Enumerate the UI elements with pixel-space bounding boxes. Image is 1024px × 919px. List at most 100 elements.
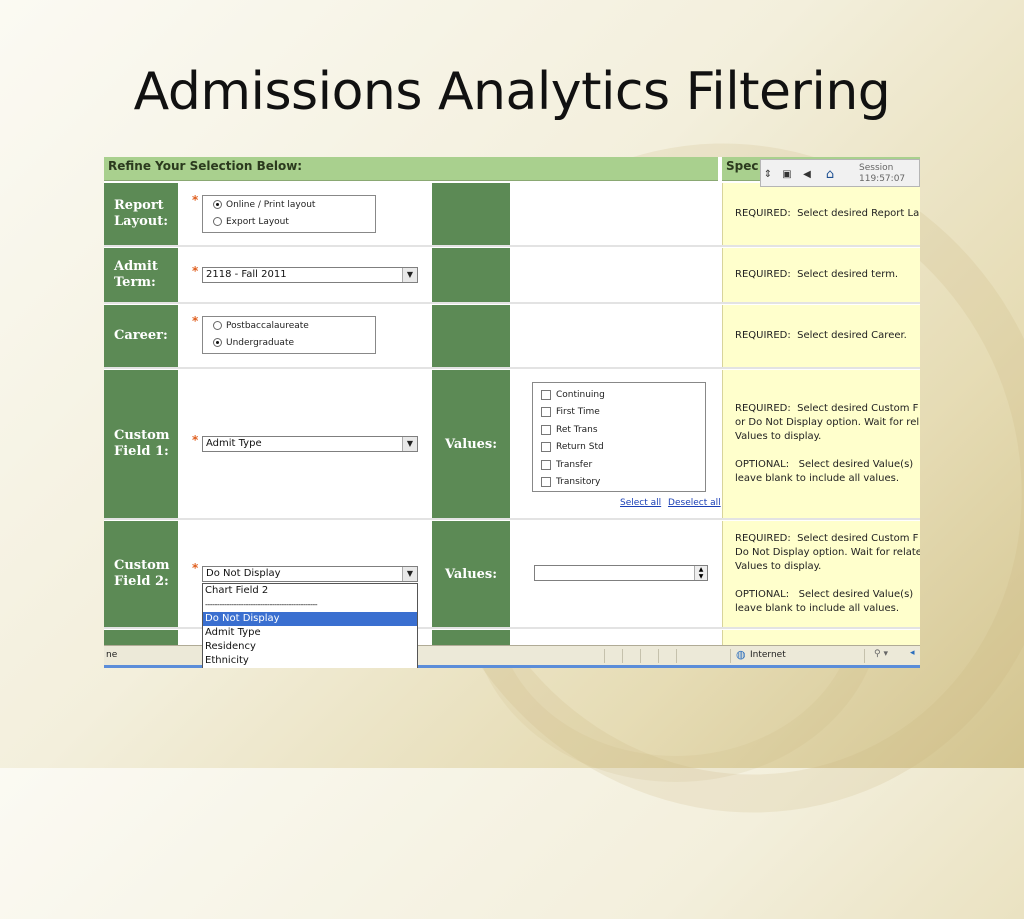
checkbox-icon xyxy=(541,442,551,453)
checkbox-return-std[interactable]: Return Std xyxy=(533,439,705,457)
next-row-label xyxy=(104,630,178,646)
custom-field-2-values-label: Values: xyxy=(432,521,510,627)
checkbox-transfer[interactable]: Transfer xyxy=(533,456,705,474)
status-divider xyxy=(658,649,659,663)
row-career: Career: * Postbaccalaureate Undergraduat… xyxy=(104,305,920,367)
status-divider xyxy=(622,649,623,663)
radio-export[interactable]: Export Layout xyxy=(203,213,375,230)
refine-header: Refine Your Selection Below: xyxy=(104,157,718,181)
dropdown-option[interactable]: Chart Field 2 xyxy=(203,584,417,598)
report-layout-values-cell xyxy=(432,183,510,245)
report-layout-help: REQUIRED: Select desired Report La xyxy=(722,183,920,245)
admit-term-control: * 2118 - Fall 2011 ▼ xyxy=(180,248,430,302)
radio-unselected-icon xyxy=(213,217,222,226)
career-help: REQUIRED: Select desired Career. xyxy=(722,305,920,367)
frame-icon[interactable]: ▣ xyxy=(777,164,797,184)
admit-term-select[interactable]: 2118 - Fall 2011 ▼ xyxy=(202,267,418,283)
row-divider xyxy=(104,518,920,520)
row-custom-field-1: Custom Field 1: * Admit Type ▼ Values: C… xyxy=(104,370,920,518)
radio-unselected-icon xyxy=(213,321,222,330)
report-layout-control: * Online / Print layout Export Layout xyxy=(180,183,430,245)
dropdown-option-selected[interactable]: Do Not Display xyxy=(203,612,417,626)
custom-field-2-select[interactable]: Do Not Display ▼ xyxy=(202,566,418,582)
deselect-all-link[interactable]: Deselect all xyxy=(668,498,721,508)
session-timer: Session 119:57:07 xyxy=(859,163,905,185)
custom-field-2-values-area: ▲ ▼ xyxy=(512,521,718,627)
dropdown-arrow-icon: ▼ xyxy=(402,268,417,282)
radio-selected-icon xyxy=(213,200,222,209)
custom-field-1-control: * Admit Type ▼ xyxy=(180,370,430,518)
radio-selected-icon xyxy=(213,338,222,347)
row-admit-term: Admit Term: * 2118 - Fall 2011 ▼ REQUIRE… xyxy=(104,248,920,302)
row-divider xyxy=(104,302,920,304)
app-screenshot: Refine Your Selection Below: Spec ⇕ ▣ ◀ … xyxy=(104,157,920,668)
admit-term-values-area xyxy=(512,248,718,302)
status-divider xyxy=(640,649,641,663)
next-row-help xyxy=(722,630,920,646)
home-icon[interactable]: ⌂ xyxy=(819,164,841,184)
checkbox-transitory[interactable]: Transitory xyxy=(533,474,705,492)
dropdown-arrow-icon: ▼ xyxy=(402,437,417,451)
checkbox-ret-trans[interactable]: Ret Trans xyxy=(533,421,705,439)
dropdown-option[interactable]: Residency xyxy=(203,640,417,654)
required-star: * xyxy=(192,193,199,207)
status-divider xyxy=(864,649,865,663)
status-divider xyxy=(730,649,731,663)
checkbox-icon xyxy=(541,389,551,400)
career-values-area xyxy=(512,305,718,367)
report-layout-values-area xyxy=(512,183,718,245)
admit-term-help: REQUIRED: Select desired term. xyxy=(722,248,920,302)
spin-arrows-icon[interactable]: ▲ ▼ xyxy=(694,566,707,580)
dropdown-arrow-icon: ▼ xyxy=(402,567,417,581)
admit-term-label: Admit Term: xyxy=(104,248,178,302)
career-label: Career: xyxy=(104,305,178,367)
dropdown-option[interactable]: Admit Type xyxy=(203,626,417,640)
admit-term-values-cell xyxy=(432,248,510,302)
custom-field-1-help: REQUIRED: Select desired Custom F or Do … xyxy=(722,370,920,518)
custom-field-1-label: Custom Field 1: xyxy=(104,370,178,518)
status-text: ne xyxy=(106,650,118,660)
values-checkbox-list: Continuing First Time Ret Trans Return S… xyxy=(532,382,706,492)
globe-icon: ◍ xyxy=(736,648,746,661)
custom-field-2-values-list[interactable]: ▲ ▼ xyxy=(534,565,708,581)
dropdown-separator: ----------------------------------------… xyxy=(205,600,318,609)
back-arrow-icon[interactable]: ◀ xyxy=(801,164,813,184)
session-time: 119:57:07 xyxy=(859,174,906,184)
custom-field-1-values-area: Continuing First Time Ret Trans Return S… xyxy=(512,370,721,518)
zoom-icon[interactable]: ◂ xyxy=(910,648,915,658)
status-divider xyxy=(676,649,677,663)
radio-undergraduate[interactable]: Undergraduate xyxy=(203,334,375,351)
custom-field-2-dropdown-list: Chart Field 2 --------------------------… xyxy=(202,583,418,668)
next-row-values-cell xyxy=(432,630,510,646)
dropdown-option[interactable]: Ethnicity xyxy=(203,654,417,668)
required-star: * xyxy=(192,561,199,575)
session-label: Session xyxy=(859,163,894,173)
checkbox-icon xyxy=(541,407,551,418)
select-all-link[interactable]: Select all xyxy=(620,498,661,508)
radio-online-print[interactable]: Online / Print layout xyxy=(203,196,375,213)
radio-postbaccalaureate[interactable]: Postbaccalaureate xyxy=(203,317,375,334)
checkbox-continuing[interactable]: Continuing xyxy=(533,386,705,404)
row-divider xyxy=(104,245,920,247)
checkbox-first-time[interactable]: First Time xyxy=(533,404,705,422)
select-links: Select all Deselect all xyxy=(616,498,721,508)
required-star: * xyxy=(192,314,199,328)
security-zone-icon[interactable]: ⚲ ▾ xyxy=(874,649,888,659)
custom-field-2-label: Custom Field 2: xyxy=(104,521,178,627)
row-report-layout: Report Layout: * Online / Print layout E… xyxy=(104,183,920,245)
checkbox-icon xyxy=(541,424,551,435)
session-toolbar: ⇕ ▣ ◀ ⌂ Session 119:57:07 xyxy=(760,159,920,187)
custom-field-1-values-label: Values: xyxy=(432,370,510,518)
status-divider xyxy=(604,649,605,663)
slide-title: Admissions Analytics Filtering xyxy=(133,62,891,122)
career-control: * Postbaccalaureate Undergraduate xyxy=(180,305,430,367)
required-star: * xyxy=(192,433,199,447)
report-layout-label: Report Layout: xyxy=(104,183,178,245)
row-divider xyxy=(104,367,920,369)
required-star: * xyxy=(192,264,199,278)
checkbox-icon xyxy=(541,459,551,470)
scroll-arrows-icon[interactable]: ⇕ xyxy=(763,164,773,184)
custom-field-1-select[interactable]: Admit Type ▼ xyxy=(202,436,418,452)
checkbox-icon xyxy=(541,477,551,488)
report-layout-radio-group: Online / Print layout Export Layout xyxy=(202,195,376,233)
